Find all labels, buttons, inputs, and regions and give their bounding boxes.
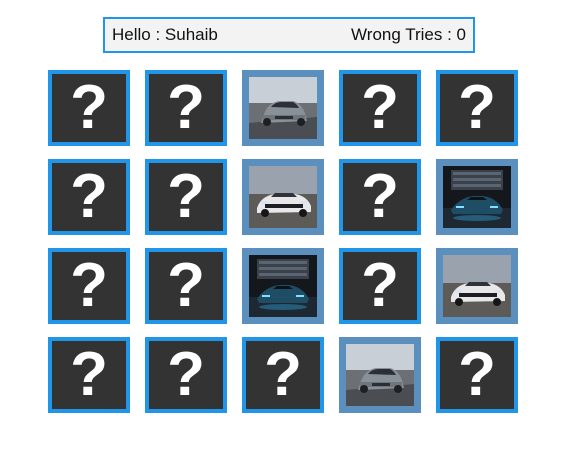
question-mark-icon: ? xyxy=(70,251,108,320)
question-mark-icon: ? xyxy=(167,340,205,409)
memory-card[interactable] xyxy=(436,248,518,324)
white-muscle-car-image xyxy=(443,255,511,317)
question-mark-icon: ? xyxy=(70,162,108,231)
memory-card[interactable]: ? xyxy=(339,70,421,146)
question-mark-icon: ? xyxy=(264,340,302,409)
blue-supercar-garage-image xyxy=(249,255,317,317)
memory-card[interactable] xyxy=(242,70,324,146)
memory-card[interactable]: ? xyxy=(436,337,518,413)
memory-card[interactable]: ? xyxy=(145,159,227,235)
memory-card[interactable]: ? xyxy=(145,337,227,413)
blue-supercar-garage-image xyxy=(443,166,511,228)
memory-card[interactable]: ? xyxy=(339,159,421,235)
player-greeting: Hello : Suhaib xyxy=(112,25,218,44)
question-mark-icon: ? xyxy=(361,162,399,231)
question-mark-icon: ? xyxy=(167,162,205,231)
wrong-tries-counter: Wrong Tries : 0 xyxy=(351,25,466,44)
silver-suv-image xyxy=(346,344,414,406)
question-mark-icon: ? xyxy=(458,340,496,409)
question-mark-icon: ? xyxy=(70,340,108,409)
memory-card[interactable]: ? xyxy=(145,248,227,324)
question-mark-icon: ? xyxy=(70,73,108,142)
memory-card[interactable] xyxy=(339,337,421,413)
memory-card[interactable]: ? xyxy=(339,248,421,324)
question-mark-icon: ? xyxy=(167,251,205,320)
memory-card[interactable]: ? xyxy=(48,159,130,235)
white-muscle-car-image xyxy=(249,166,317,228)
memory-card[interactable]: ? xyxy=(48,248,130,324)
memory-card[interactable] xyxy=(436,159,518,235)
memory-card[interactable]: ? xyxy=(48,337,130,413)
memory-card-grid: ? ? ? ? ? ? ? ? ? ? ? ? ? ? xyxy=(48,70,518,413)
memory-card[interactable]: ? xyxy=(436,70,518,146)
memory-card[interactable] xyxy=(242,159,324,235)
silver-suv-image xyxy=(249,77,317,139)
memory-card[interactable] xyxy=(242,248,324,324)
question-mark-icon: ? xyxy=(361,73,399,142)
memory-card[interactable]: ? xyxy=(242,337,324,413)
question-mark-icon: ? xyxy=(361,251,399,320)
question-mark-icon: ? xyxy=(167,73,205,142)
game-info-bar: Hello : Suhaib Wrong Tries : 0 xyxy=(103,17,475,53)
memory-card[interactable]: ? xyxy=(145,70,227,146)
memory-card[interactable]: ? xyxy=(48,70,130,146)
question-mark-icon: ? xyxy=(458,73,496,142)
